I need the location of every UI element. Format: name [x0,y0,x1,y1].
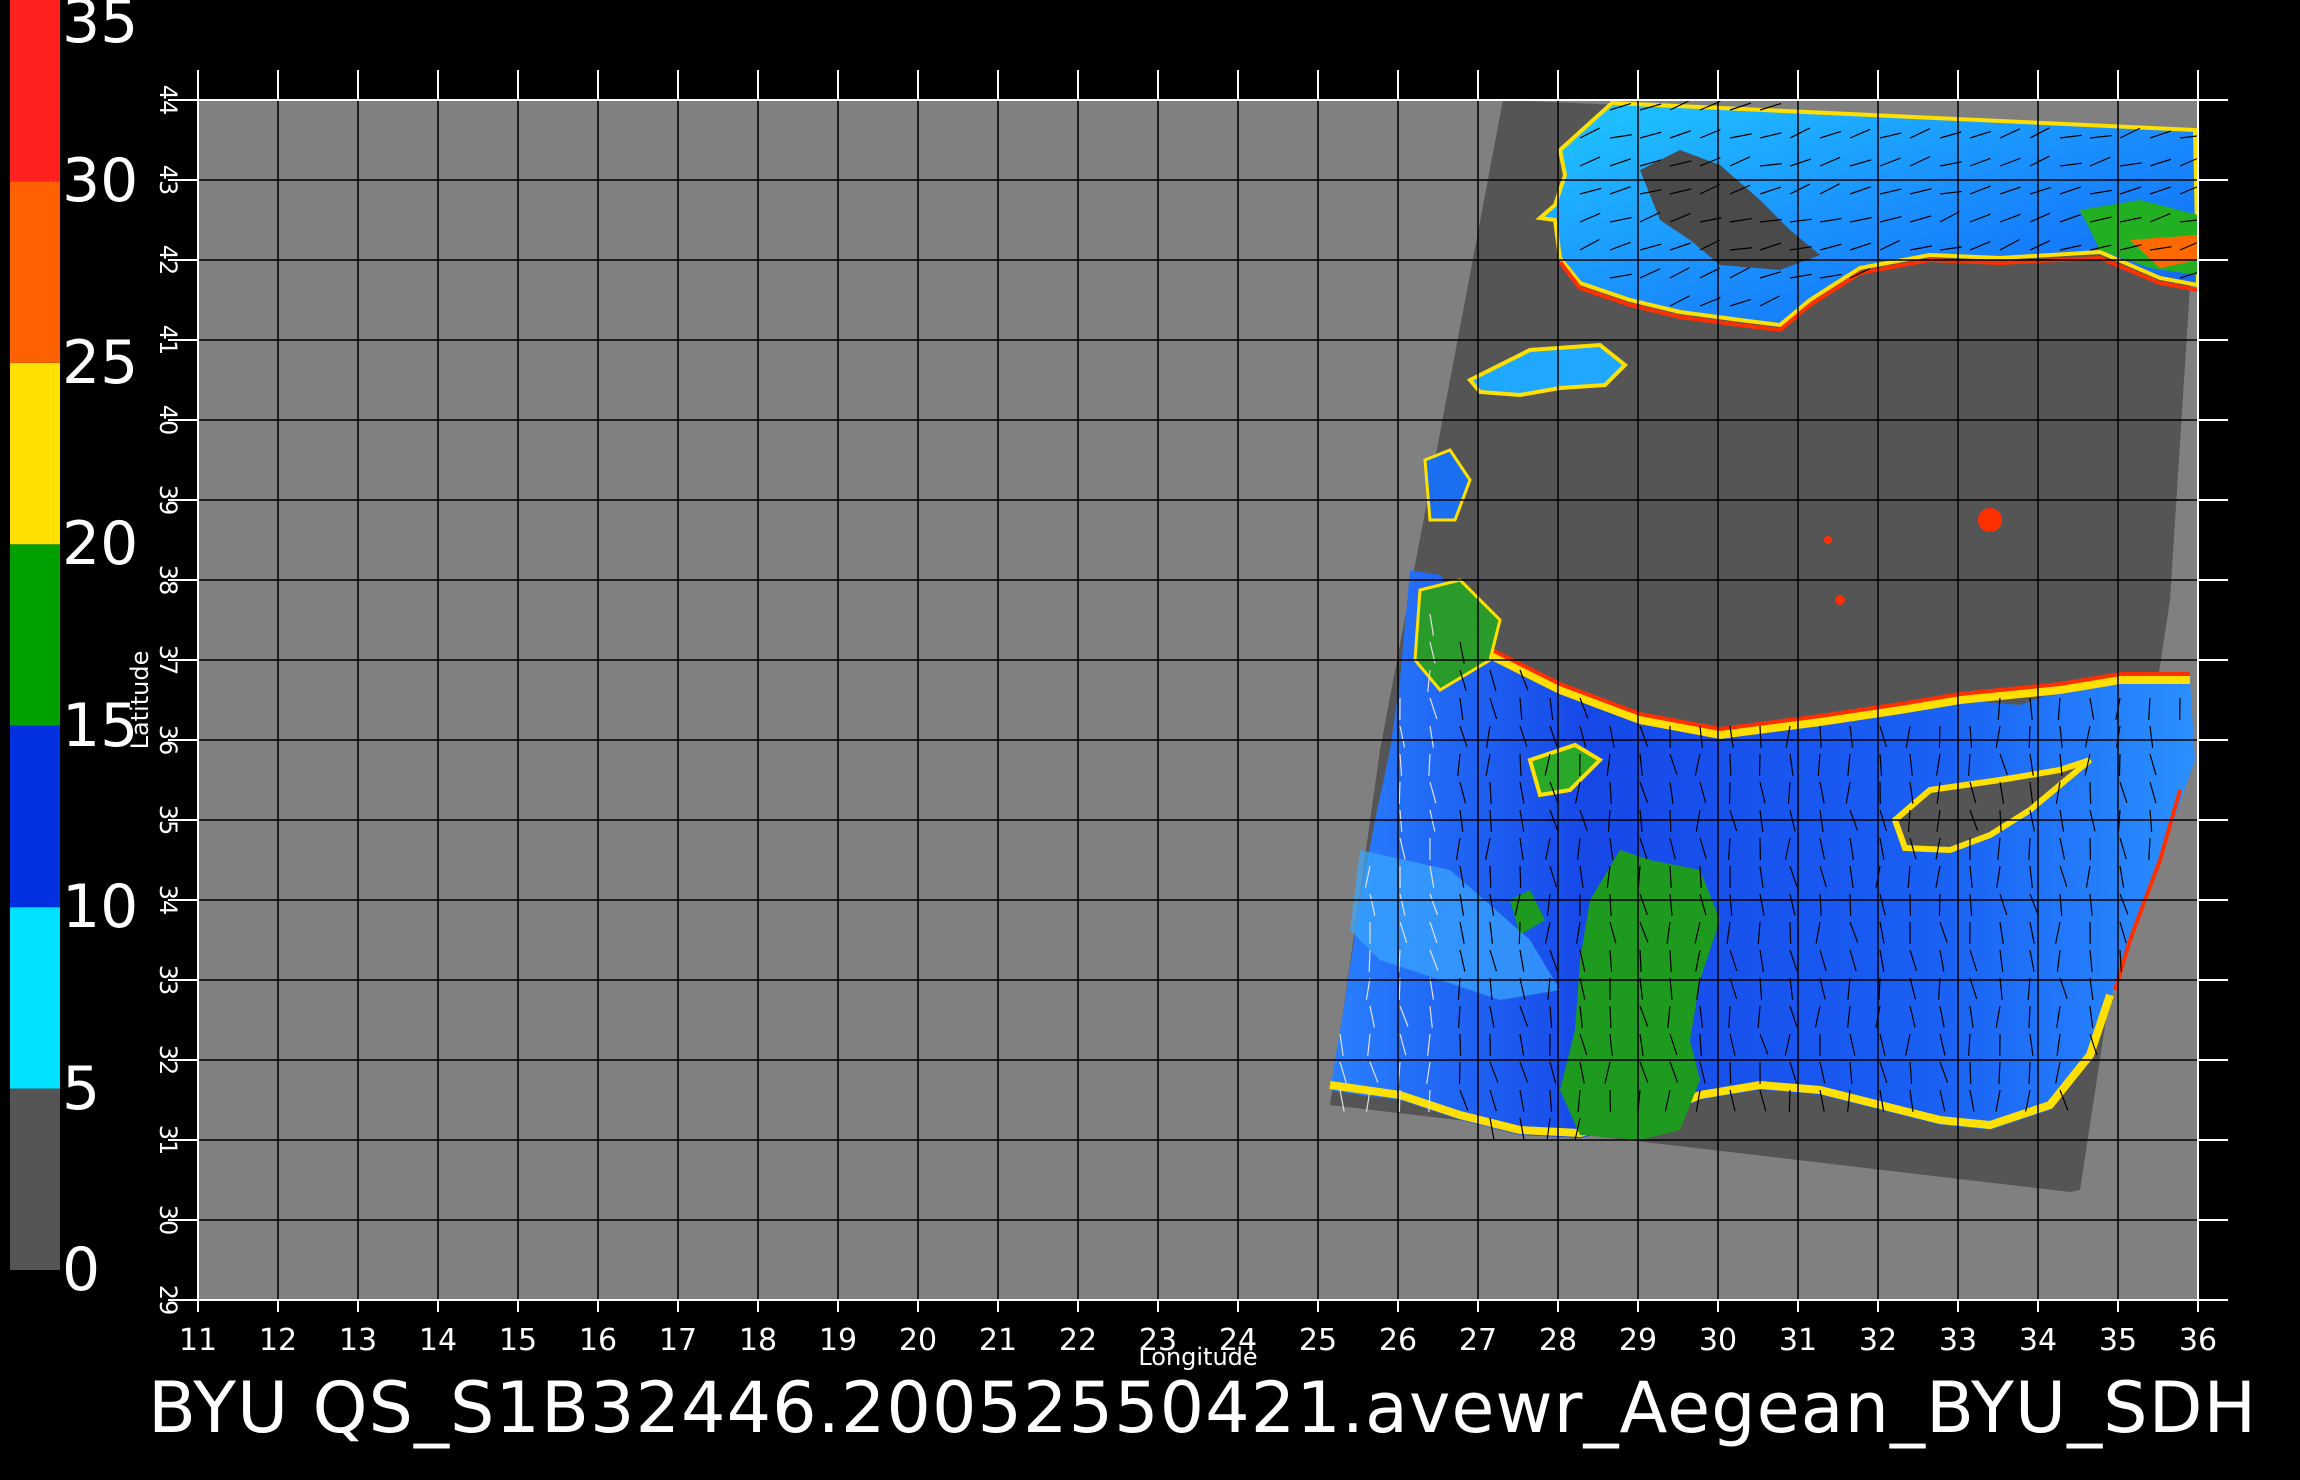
x-tick-label: 31 [1779,1323,1817,1358]
wind-vector [2118,753,2121,777]
x-tick-label: 27 [1459,1323,1497,1358]
wind-vector [1518,921,1521,945]
x-tick-label: 21 [979,1323,1017,1358]
colorbar-tick-label: 25 [62,327,139,398]
hot-spot [1835,595,1845,605]
wind-vector [1459,1033,1462,1057]
wind-vector [2089,781,2092,805]
colorbar-tick-label: 20 [62,509,139,580]
y-tick-label: 30 [154,1205,182,1236]
colorbar-tick-label: 0 [62,1235,101,1305]
colorbar [10,0,60,1270]
x-tick-label: 13 [339,1323,377,1358]
wind-vector [1398,977,1401,1001]
wind-vector [1938,725,1941,749]
hot-spot [1978,508,2002,532]
colorbar-segment [10,907,60,1089]
y-tick-label: 38 [154,565,182,596]
wind-vector [1849,893,1852,917]
y-tick-label: 43 [154,165,182,196]
colorbar-tick-label: 10 [62,872,139,943]
x-tick-label: 17 [659,1323,697,1358]
y-tick-label: 34 [154,885,182,916]
y-tick-label: 41 [154,325,182,356]
x-tick-label: 29 [1619,1323,1657,1358]
y-tick-label: 44 [154,85,182,116]
y-tick-label: 32 [154,1045,182,1076]
x-tick-label: 32 [1859,1323,1897,1358]
x-tick-label: 20 [899,1323,937,1358]
wind-vector [1729,753,1732,777]
y-tick-label: 31 [154,1125,182,1156]
colorbar-segment [10,0,60,182]
x-tick-label: 14 [419,1323,457,1358]
colorbar-segment [10,362,60,545]
y-tick-label: 35 [154,805,182,836]
wind-vector [1519,865,1522,889]
wind-speed-map: 11 12 13 14 15 16 17 18 19 20 21 22 23 24 25 26 27 28 29 30… [10,0,2228,1371]
hot-spot [1824,536,1832,544]
colorbar-tick-label: 15 [62,690,139,761]
y-tick-label: 40 [154,405,182,436]
wind-vector [1789,921,1792,945]
y-tick-label: 39 [154,485,182,516]
wind-vector [1669,809,1672,833]
wind-vector [1398,1089,1401,1113]
y-tick-label: 37 [154,645,182,676]
y-tick-label: 33 [154,965,182,996]
wind-vector [1728,781,1731,805]
x-tick-label: 26 [1379,1323,1417,1358]
x-tick-label: 15 [499,1323,537,1358]
x-tick-label: 18 [739,1323,777,1358]
y-tick-label: 42 [154,245,182,276]
colorbar-tick-label: 5 [62,1053,101,1124]
wind-vector [2028,725,2031,749]
wind-vector [1788,1089,1791,1113]
wind-vector [1398,781,1401,805]
x-tick-label: 11 [179,1323,217,1358]
wind-vector [1729,1061,1732,1085]
x-tick-label: 36 [2179,1323,2217,1358]
colorbar-segment [10,544,60,726]
x-tick-label: 16 [579,1323,617,1358]
chart-title: BYU QS_S1B32446.20052550421.avewr_Aegean… [148,1367,2258,1449]
wind-vector [1938,893,1941,917]
colorbar-tick-label: 35 [62,0,139,57]
x-tick-label: 35 [2099,1323,2137,1358]
x-tick-label: 30 [1699,1323,1737,1358]
colorbar-segment [10,1088,60,1270]
x-tick-label: 12 [259,1323,297,1358]
wind-vector [1489,865,1492,889]
wind-vector [1368,949,1371,973]
y-tick-label: 29 [154,1285,182,1316]
wind-vector [1969,1061,1972,1085]
colorbar-segment [10,181,60,363]
x-tick-label: 28 [1539,1323,1577,1358]
y-tick-label: 36 [154,725,182,756]
colorbar-tick-label: 30 [62,146,139,217]
x-tick-label: 19 [819,1323,857,1358]
x-tick-label: 25 [1299,1323,1337,1358]
colorbar-segment [10,725,60,908]
x-tick-label: 34 [2019,1323,2057,1358]
x-tick-label: 33 [1939,1323,1977,1358]
x-tick-label: 22 [1059,1323,1097,1358]
